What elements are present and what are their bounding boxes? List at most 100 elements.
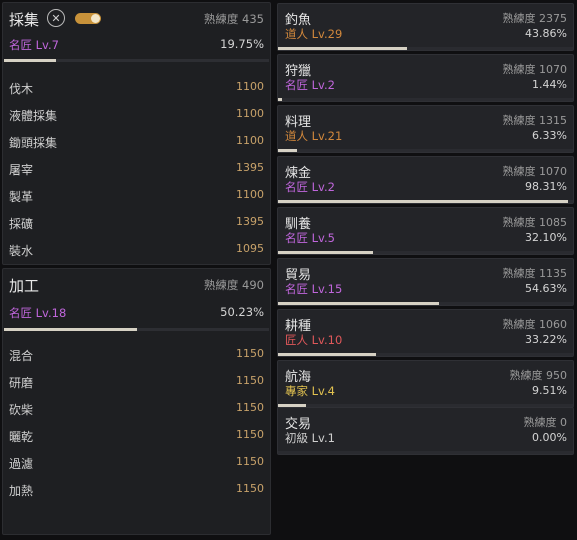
skill-grade: 名匠 Lv.2 [285, 180, 335, 194]
toggle-switch[interactable] [75, 13, 101, 24]
item-name: 混合 [9, 349, 34, 363]
list-item: 裝水 1095 [9, 242, 264, 260]
list-item: 砍柴 1150 [9, 401, 264, 419]
item-value: 1150 [236, 455, 264, 468]
list-item: 鋤頭採集 1100 [9, 134, 264, 152]
skill-progress-fill [278, 149, 297, 152]
skill-percent: 9.51% [532, 384, 567, 397]
skill-progress-bar [278, 200, 573, 203]
crossed-tools-icon[interactable]: ✕ [47, 9, 65, 27]
skill-card-cooking[interactable]: 料理 熟練度 1315 道人 Lv.21 6.33% [277, 105, 574, 153]
skill-progress-fill [278, 302, 440, 305]
skill-progress-fill [278, 251, 373, 254]
list-item: 混合 1150 [9, 347, 264, 365]
skill-percent: 98.31% [525, 180, 567, 193]
skill-card-sailing[interactable]: 航海 熟練度 950 專家 Lv.4 9.51% [277, 360, 574, 408]
skill-card-alchemy[interactable]: 煉金 熟練度 1070 名匠 Lv.2 98.31% [277, 156, 574, 204]
processing-progress-fill [4, 328, 138, 331]
skill-percent: 1.44% [532, 78, 567, 91]
skill-progress-fill [278, 47, 408, 50]
item-name: 研磨 [9, 376, 34, 390]
skill-progress-bar [278, 451, 573, 454]
skill-proficiency: 熟練度 1135 [502, 267, 568, 280]
skill-card-training[interactable]: 馴養 熟練度 1085 名匠 Lv.5 32.10% [277, 207, 574, 255]
item-value: 1395 [236, 215, 264, 228]
list-item: 研磨 1150 [9, 374, 264, 392]
list-item: 液體採集 1100 [9, 107, 264, 125]
processing-panel: 加工 熟練度 490 名匠 Lv.18 50.23% 混合 1150 研磨 1150… [2, 268, 271, 535]
gathering-progress-fill [4, 59, 57, 62]
skill-grade: 道人 Lv.21 [285, 129, 343, 143]
item-name: 製革 [9, 190, 34, 204]
skill-progress-fill [278, 353, 376, 356]
skill-progress-bar [278, 149, 573, 152]
skill-proficiency: 熟練度 1070 [502, 63, 568, 76]
item-value: 1100 [236, 134, 264, 147]
skill-progress-bar [278, 302, 573, 305]
skill-grade: 道人 Lv.29 [285, 27, 343, 41]
item-name: 加熱 [9, 484, 34, 498]
item-value: 1100 [236, 188, 264, 201]
skill-card-fishing[interactable]: 釣魚 熟練度 2375 道人 Lv.29 43.86% [277, 3, 574, 51]
item-name: 採礦 [9, 217, 34, 231]
skill-percent: 6.33% [532, 129, 567, 142]
item-value: 1150 [236, 401, 264, 414]
gathering-proficiency: 熟練度 435 [203, 12, 264, 26]
item-name: 過濾 [9, 457, 34, 471]
skill-proficiency: 熟練度 1070 [502, 165, 568, 178]
gathering-percent: 19.75% [220, 37, 264, 51]
skill-card-hunting[interactable]: 狩獵 熟練度 1070 名匠 Lv.2 1.44% [277, 54, 574, 102]
item-name: 裝水 [9, 244, 34, 258]
skill-progress-fill [278, 200, 568, 203]
item-name: 曬乾 [9, 430, 34, 444]
gathering-title: 採集 [9, 11, 40, 29]
item-name: 伐木 [9, 82, 34, 96]
skill-progress-bar [278, 47, 573, 50]
processing-percent: 50.23% [220, 305, 264, 319]
gathering-grade: 名匠 Lv.7 [9, 38, 59, 52]
skill-card-barter[interactable]: 交易 熟練度 0 初級 Lv.1 0.00% [277, 407, 574, 455]
item-value: 1150 [236, 347, 264, 360]
processing-grade: 名匠 Lv.18 [9, 306, 67, 320]
item-value: 1150 [236, 428, 264, 441]
skill-progress-bar [278, 353, 573, 356]
skill-proficiency: 熟練度 1060 [502, 318, 568, 331]
skill-proficiency: 熟練度 1085 [502, 216, 568, 229]
item-name: 鋤頭採集 [9, 136, 58, 150]
skill-percent: 43.86% [525, 27, 567, 40]
skill-progress-bar [278, 98, 573, 101]
skill-proficiency: 熟練度 0 [523, 416, 568, 429]
processing-title: 加工 [9, 277, 40, 295]
skill-proficiency: 熟練度 1315 [502, 114, 568, 127]
skill-card-trading[interactable]: 貿易 熟練度 1135 名匠 Lv.15 54.63% [277, 258, 574, 306]
skill-percent: 33.22% [525, 333, 567, 346]
skill-card-farming[interactable]: 耕種 熟練度 1060 匠人 Lv.10 33.22% [277, 309, 574, 357]
list-item: 曬乾 1150 [9, 428, 264, 446]
item-value: 1100 [236, 80, 264, 93]
skill-proficiency: 熟練度 950 [509, 369, 568, 382]
item-name: 砍柴 [9, 403, 34, 417]
list-item: 製革 1100 [9, 188, 264, 206]
list-item: 採礦 1395 [9, 215, 264, 233]
list-item: 加熱 1150 [9, 482, 264, 500]
skill-percent: 54.63% [525, 282, 567, 295]
skill-progress-bar [278, 251, 573, 254]
gathering-panel: 採集 ✕ 熟練度 435 名匠 Lv.7 19.75% 伐木 1100 液體採集 1… [2, 2, 271, 265]
skill-grade: 名匠 Lv.15 [285, 282, 343, 296]
skill-grade: 名匠 Lv.2 [285, 78, 335, 92]
item-value: 1100 [236, 107, 264, 120]
processing-proficiency: 熟練度 490 [203, 278, 264, 292]
item-value: 1395 [236, 161, 264, 174]
item-value: 1095 [236, 242, 264, 255]
skill-grade: 名匠 Lv.5 [285, 231, 335, 245]
item-name: 液體採集 [9, 109, 58, 123]
item-name: 屠宰 [9, 163, 34, 177]
item-value: 1150 [236, 482, 264, 495]
skill-percent: 0.00% [532, 431, 567, 444]
skill-grade: 初級 Lv.1 [285, 431, 335, 445]
skill-progress-fill [278, 98, 283, 101]
list-item: 屠宰 1395 [9, 161, 264, 179]
skill-grade: 專家 Lv.4 [285, 384, 335, 398]
skill-grade: 匠人 Lv.10 [285, 333, 343, 347]
list-item: 過濾 1150 [9, 455, 264, 473]
